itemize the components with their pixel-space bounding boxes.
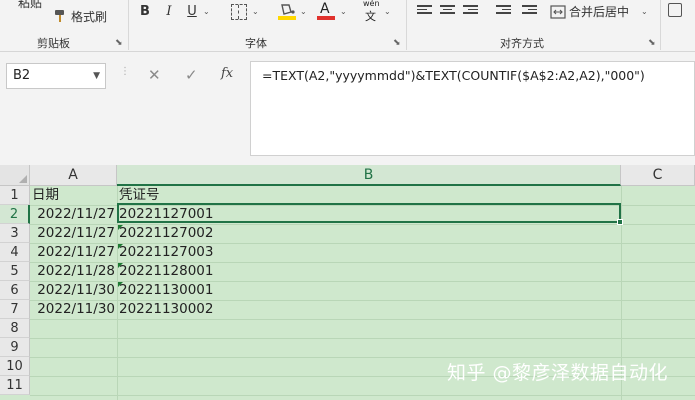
active-cell-border [117,203,621,223]
column-header-b[interactable]: B [117,165,621,186]
alignment-launcher-icon[interactable]: ⬊ [648,38,656,48]
name-box[interactable]: B2 ▼ [6,63,106,89]
insert-function-icon[interactable]: fx [221,66,233,81]
error-indicator-icon[interactable] [118,244,123,249]
row-header-10[interactable]: 10 [0,357,30,376]
formula-bar-grip[interactable]: ⋮ [120,66,130,77]
merge-dropdown-icon[interactable]: ⌄ [641,2,648,22]
fill-color-dropdown-icon[interactable]: ⌄ [300,2,307,22]
name-box-dropdown-icon[interactable]: ▼ [93,64,100,88]
row-header-8[interactable]: 8 [0,319,30,338]
phonetic-button[interactable]: wén 文 [362,0,382,24]
merge-center-label: 合并后居中 [569,5,630,19]
row-header-3[interactable]: 3 [0,224,30,243]
border-button[interactable] [231,4,247,20]
phonetic-pinyin: wén [363,0,380,8]
watermark: 知乎 @黎彦泽数据自动化 [447,362,669,384]
paintbrush-icon [55,10,64,22]
align-right-icon[interactable] [463,5,478,17]
merge-cells-icon [550,5,566,19]
phonetic-dropdown-icon[interactable]: ⌄ [384,2,391,22]
formula-bar: B2 ▼ ⋮ ✕ ✓ fx =TEXT(A2,"yyyymmdd")&TEXT(… [0,52,695,165]
phonetic-char: 文 [365,10,376,23]
font-color-swatch [317,16,335,20]
cell-a6[interactable]: 2022/11/30 [30,281,117,300]
cell-a2[interactable]: 2022/11/27 [30,205,117,224]
formula-input[interactable]: =TEXT(A2,"yyyymmdd")&TEXT(COUNTIF($A$2:A… [250,61,695,156]
cancel-formula-icon[interactable]: ✕ [148,66,161,84]
align-center-icon[interactable] [440,5,455,17]
decrease-indent-icon[interactable] [496,5,511,17]
group-divider [128,0,129,50]
bold-button[interactable]: B [138,2,152,22]
enter-formula-icon[interactable]: ✓ [185,66,198,84]
format-painter-label: 格式刷 [71,10,108,24]
clipboard-group-label: 剪贴板 [37,37,70,50]
row-header-1[interactable]: 1 [0,186,30,205]
row-header-4[interactable]: 4 [0,243,30,262]
underline-dropdown-icon[interactable]: ⌄ [203,2,210,22]
error-indicator-icon[interactable] [118,225,123,230]
column-header-a[interactable]: A [30,165,117,186]
row-header-7[interactable]: 7 [0,300,30,319]
italic-button[interactable]: I [162,2,176,22]
cell-a1[interactable]: 日期 [30,186,117,205]
cell-b3[interactable]: 20221127002 [117,224,621,243]
fill-color-button[interactable] [278,2,296,22]
number-format-icon[interactable] [668,3,682,17]
cell-a4[interactable]: 2022/11/27 [30,243,117,262]
select-all-corner[interactable] [0,165,30,186]
row-header-9[interactable]: 9 [0,338,30,357]
cell-b7[interactable]: 20221130002 [117,300,621,319]
row-header-2[interactable]: 2 [0,205,30,224]
underline-button[interactable]: U [185,2,199,22]
cell-a5[interactable]: 2022/11/28 [30,262,117,281]
paste-button[interactable]: 粘贴 [18,0,42,11]
fill-color-swatch [278,16,296,20]
column-header-c[interactable]: C [621,165,695,186]
gridline [30,338,695,339]
fill-handle[interactable] [617,219,623,225]
clipboard-launcher-icon[interactable]: ⬊ [115,38,123,48]
cell-a3[interactable]: 2022/11/27 [30,224,117,243]
error-indicator-icon[interactable] [118,263,123,268]
group-divider [660,0,661,50]
gridline [30,319,695,320]
font-group-label: 字体 [245,37,267,50]
font-launcher-icon[interactable]: ⬊ [393,38,401,48]
row-header-11[interactable]: 11 [0,376,30,395]
cell-b4[interactable]: 20221127003 [117,243,621,262]
name-box-value: B2 [13,68,31,83]
font-color-dropdown-icon[interactable]: ⌄ [340,2,347,22]
row-header-6[interactable]: 6 [0,281,30,300]
align-left-icon[interactable] [417,5,432,17]
cell-a7[interactable]: 2022/11/30 [30,300,117,319]
row-header-5[interactable]: 5 [0,262,30,281]
border-dropdown-icon[interactable]: ⌄ [252,2,259,22]
cell-b5[interactable]: 20221128001 [117,262,621,281]
ribbon: 粘贴 格式刷 剪贴板 ⬊ B I U ⌄ ⌄ ⌄ A ⌄ wén 文 ⌄ 字体 … [0,0,695,52]
cell-b6[interactable]: 20221130001 [117,281,621,300]
alignment-group-label: 对齐方式 [500,37,544,50]
error-indicator-icon[interactable] [118,282,123,287]
border-icon [238,5,239,19]
paint-bucket-icon [281,4,295,15]
font-color-button[interactable]: A [317,0,335,22]
group-divider [406,0,407,50]
gridline [30,395,695,396]
worksheet-grid[interactable]: A B C 1 2 3 4 5 6 7 8 9 10 11 日期 凭证号 202… [0,165,695,400]
increase-indent-icon[interactable] [522,5,537,17]
